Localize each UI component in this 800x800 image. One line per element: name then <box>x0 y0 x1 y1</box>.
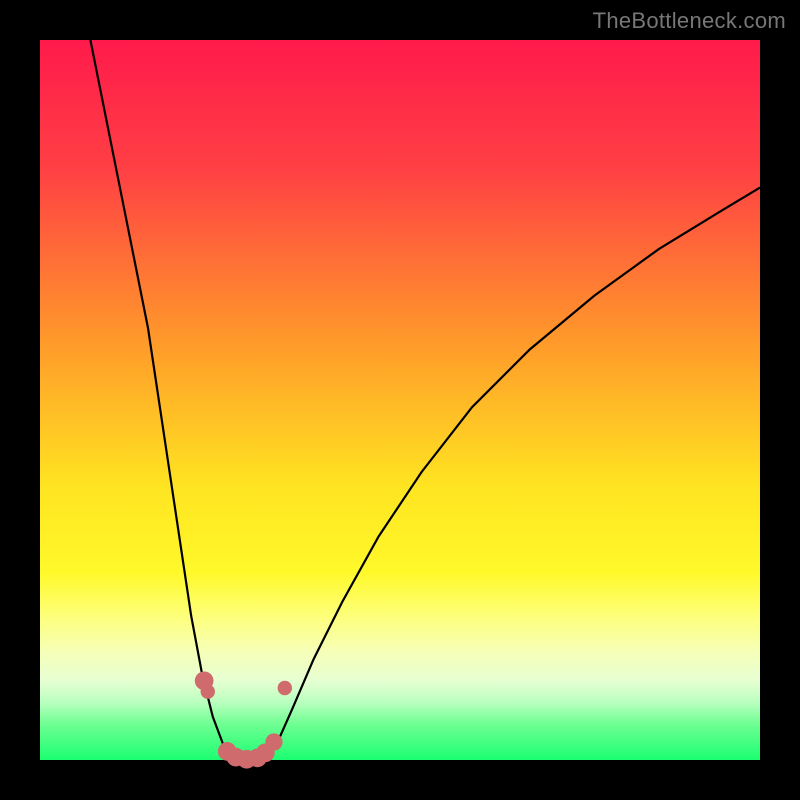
watermark-text: TheBottleneck.com <box>593 8 786 34</box>
data-marker-8 <box>278 681 292 695</box>
bottleneck-curve-right <box>263 188 760 759</box>
plot-area <box>40 40 760 760</box>
curve-svg <box>40 40 760 760</box>
marker-group <box>195 671 292 768</box>
data-marker-7 <box>265 733 282 750</box>
outer-frame: TheBottleneck.com <box>0 0 800 800</box>
bottleneck-curve-left <box>90 40 234 758</box>
data-marker-1 <box>201 684 215 698</box>
